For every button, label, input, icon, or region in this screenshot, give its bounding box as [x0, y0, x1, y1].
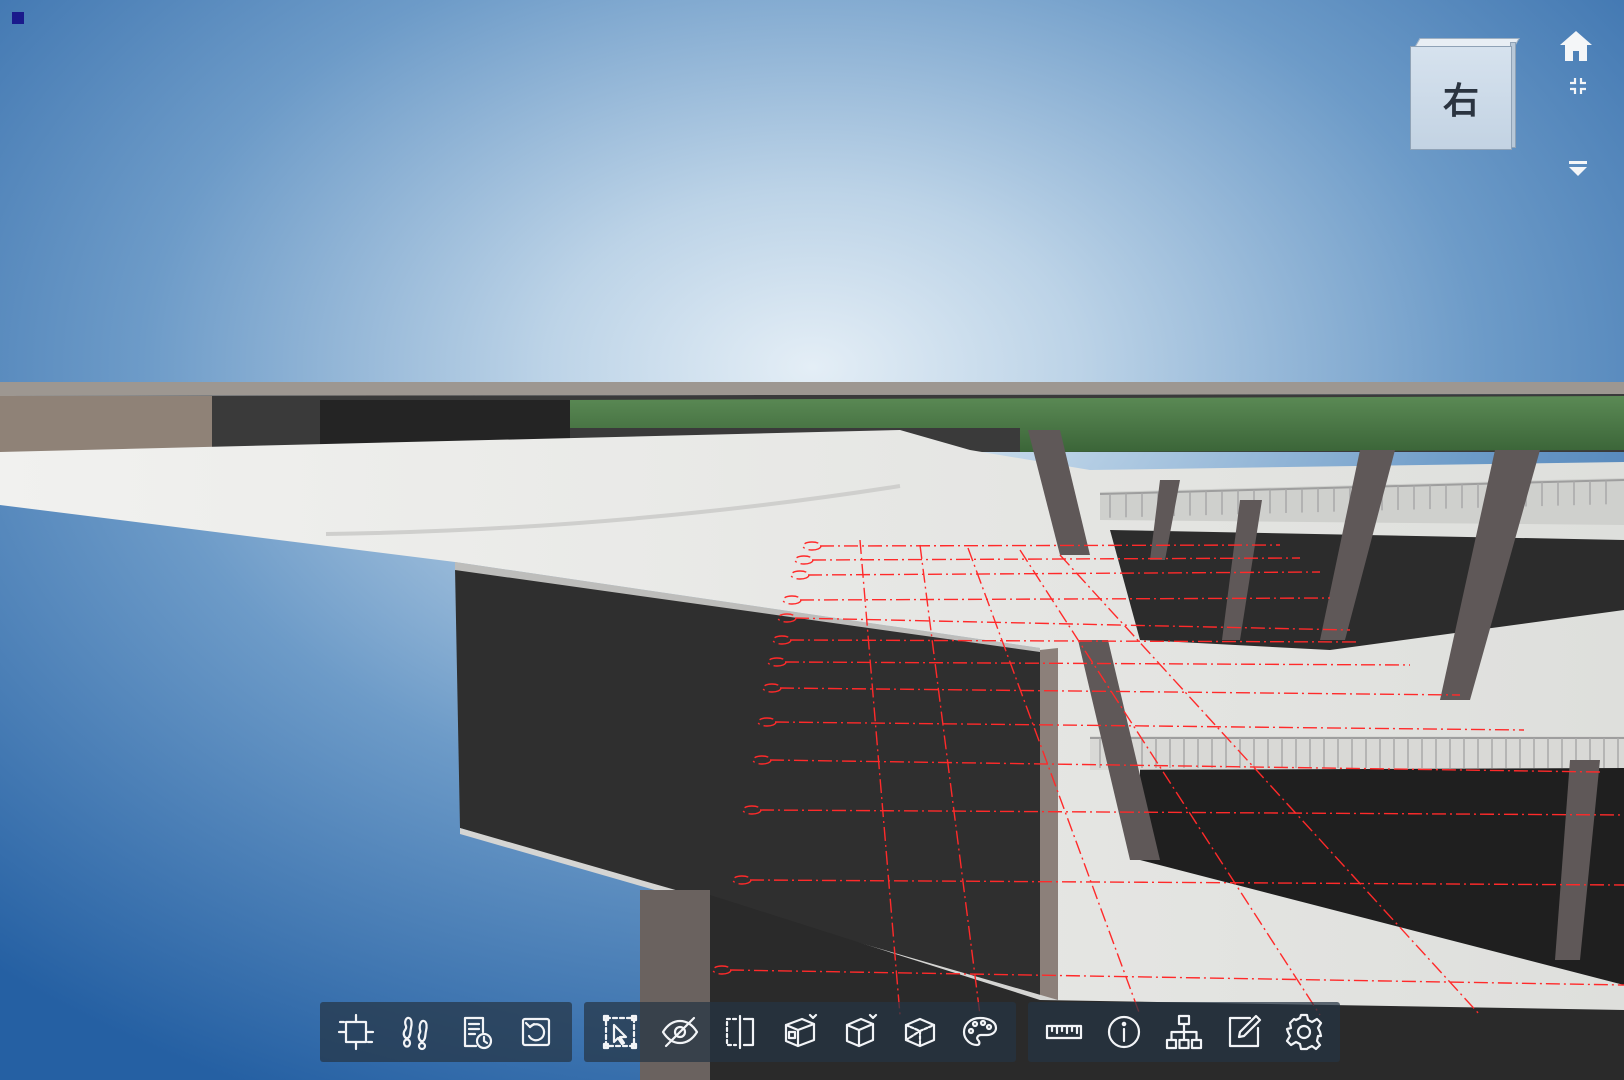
- cube-wireframe-icon: [904, 1017, 936, 1048]
- ruler-icon: [1045, 1024, 1083, 1040]
- toolbar-group-model: [584, 1002, 1016, 1062]
- view-menu-dropdown[interactable]: [1566, 156, 1590, 180]
- annotate-button[interactable]: [1214, 1004, 1274, 1060]
- eye-off-icon: [661, 1016, 699, 1048]
- home-button[interactable]: [1556, 28, 1596, 64]
- gear-icon: [1285, 1013, 1323, 1051]
- fit-view-icon: [1570, 78, 1586, 94]
- isolate-button[interactable]: [770, 1004, 830, 1060]
- split-view-icon: [725, 1014, 755, 1050]
- reset-icon: [521, 1017, 551, 1047]
- toolbar-group-navigation: [320, 1002, 572, 1062]
- material-button[interactable]: [950, 1004, 1010, 1060]
- edit-icon: [1228, 1014, 1262, 1048]
- walk-button[interactable]: [386, 1004, 446, 1060]
- box-select-icon: [602, 1014, 638, 1050]
- crop-section-icon: [337, 1013, 375, 1051]
- box-select-button[interactable]: [590, 1004, 650, 1060]
- split-view-button[interactable]: [710, 1004, 770, 1060]
- bottom-toolbar: [320, 1002, 1340, 1062]
- structure-tree-button[interactable]: [1154, 1004, 1214, 1060]
- home-icon: [1560, 31, 1592, 61]
- properties-history-button[interactable]: [446, 1004, 506, 1060]
- section-button[interactable]: [326, 1004, 386, 1060]
- cube-isolate-icon: [784, 1013, 818, 1048]
- fit-view-button[interactable]: [1566, 74, 1590, 98]
- hide-button[interactable]: [650, 1004, 710, 1060]
- info-button[interactable]: [1094, 1004, 1154, 1060]
- 3d-viewport[interactable]: 右: [0, 0, 1624, 1080]
- settings-button[interactable]: [1274, 1004, 1334, 1060]
- view-cube-front[interactable]: 右: [1410, 46, 1512, 150]
- info-icon: [1107, 1015, 1141, 1049]
- footprints-icon: [402, 1016, 428, 1051]
- roof-slab-edge: [0, 382, 1624, 396]
- view-cube-label: 右: [1442, 81, 1479, 122]
- cube-explode-icon: [845, 1013, 878, 1048]
- bim-model-scene[interactable]: [0, 0, 1624, 1080]
- dropdown-arrow-icon: [1569, 161, 1587, 176]
- toolbar-group-tools: [1028, 1002, 1340, 1062]
- palette-icon: [962, 1016, 998, 1047]
- explode-button[interactable]: [830, 1004, 890, 1060]
- status-indicator: [12, 12, 24, 24]
- measure-button[interactable]: [1034, 1004, 1094, 1060]
- reset-button[interactable]: [506, 1004, 566, 1060]
- view-cube[interactable]: 右: [1410, 38, 1520, 150]
- tan-wall: [0, 396, 212, 454]
- wireframe-button[interactable]: [890, 1004, 950, 1060]
- document-clock-icon: [463, 1016, 493, 1050]
- hierarchy-icon: [1165, 1014, 1203, 1050]
- front-wall-edge: [1040, 648, 1058, 1002]
